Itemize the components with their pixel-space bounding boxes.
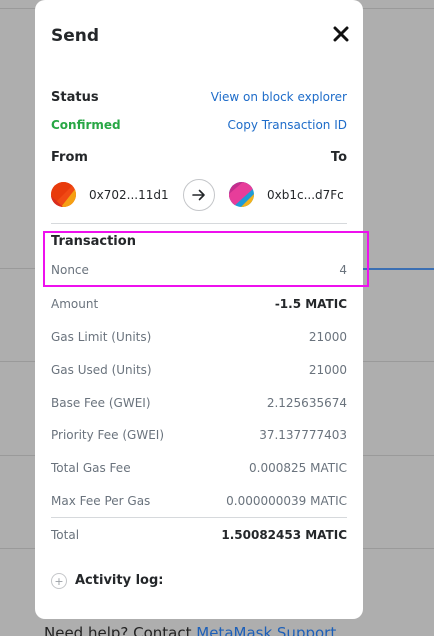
total-gas-fee-row: Total Gas Fee 0.000825 MATIC bbox=[51, 461, 347, 479]
status-badge: Confirmed bbox=[51, 118, 121, 132]
nonce-value: 4 bbox=[339, 263, 347, 277]
transaction-details-modal: Send Status View on block explorer Confi… bbox=[35, 0, 363, 619]
priority-fee-label: Priority Fee (GWEI) bbox=[51, 428, 164, 442]
gas-used-value: 21000 bbox=[308, 363, 347, 377]
support-link[interactable]: MetaMask Support bbox=[196, 624, 336, 636]
from-label: From bbox=[51, 150, 88, 165]
from-avatar bbox=[51, 182, 76, 207]
total-gas-fee-label: Total Gas Fee bbox=[51, 461, 131, 475]
max-fee-per-gas-label: Max Fee Per Gas bbox=[51, 494, 151, 508]
gas-used-row: Gas Used (Units) 21000 bbox=[51, 363, 347, 381]
to-label: To bbox=[330, 150, 347, 165]
gas-limit-label: Gas Limit (Units) bbox=[51, 330, 152, 344]
expand-plus-icon[interactable]: + bbox=[51, 573, 67, 589]
total-gas-fee-value: 0.000825 MATIC bbox=[249, 461, 347, 475]
max-fee-per-gas-value: 0.000000039 MATIC bbox=[226, 494, 347, 508]
priority-fee-row: Priority Fee (GWEI) 37.137777403 bbox=[51, 428, 347, 446]
gas-limit-value: 21000 bbox=[308, 330, 347, 344]
nonce-label: Nonce bbox=[51, 263, 89, 277]
background-accent-line bbox=[360, 268, 434, 270]
arrow-right-icon bbox=[183, 179, 215, 211]
divider bbox=[51, 517, 347, 518]
transaction-label: Transaction bbox=[51, 234, 136, 249]
max-fee-per-gas-row: Max Fee Per Gas 0.000000039 MATIC bbox=[51, 494, 347, 512]
help-footer: Need help? Contact MetaMask Support bbox=[44, 624, 336, 636]
from-address[interactable]: 0x702...11d1 bbox=[89, 188, 169, 202]
divider bbox=[51, 223, 347, 224]
base-fee-label: Base Fee (GWEI) bbox=[51, 396, 151, 410]
view-block-explorer-link[interactable]: View on block explorer bbox=[211, 90, 347, 104]
nonce-row: Nonce 4 bbox=[51, 263, 347, 281]
amount-label: Amount bbox=[51, 297, 99, 311]
amount-row: Amount -1.5 MATIC bbox=[51, 297, 347, 315]
status-label: Status bbox=[51, 90, 99, 105]
to-address[interactable]: 0xb1c...d7Fc bbox=[267, 188, 344, 202]
activity-log-label[interactable]: Activity log: bbox=[75, 573, 163, 588]
base-fee-row: Base Fee (GWEI) 2.125635674 bbox=[51, 396, 347, 414]
total-value: 1.50082453 MATIC bbox=[221, 528, 347, 542]
gas-limit-row: Gas Limit (Units) 21000 bbox=[51, 330, 347, 348]
gas-used-label: Gas Used (Units) bbox=[51, 363, 152, 377]
total-label: Total bbox=[51, 528, 80, 542]
amount-value: -1.5 MATIC bbox=[274, 297, 347, 311]
copy-transaction-id-link[interactable]: Copy Transaction ID bbox=[228, 118, 348, 132]
help-text: Need help? Contact bbox=[44, 624, 192, 636]
close-icon[interactable] bbox=[329, 22, 353, 46]
base-fee-value: 2.125635674 bbox=[266, 396, 347, 410]
priority-fee-value: 37.137777403 bbox=[259, 428, 347, 442]
modal-title: Send bbox=[51, 26, 100, 46]
total-row: Total 1.50082453 MATIC bbox=[51, 528, 347, 546]
to-avatar bbox=[229, 182, 254, 207]
